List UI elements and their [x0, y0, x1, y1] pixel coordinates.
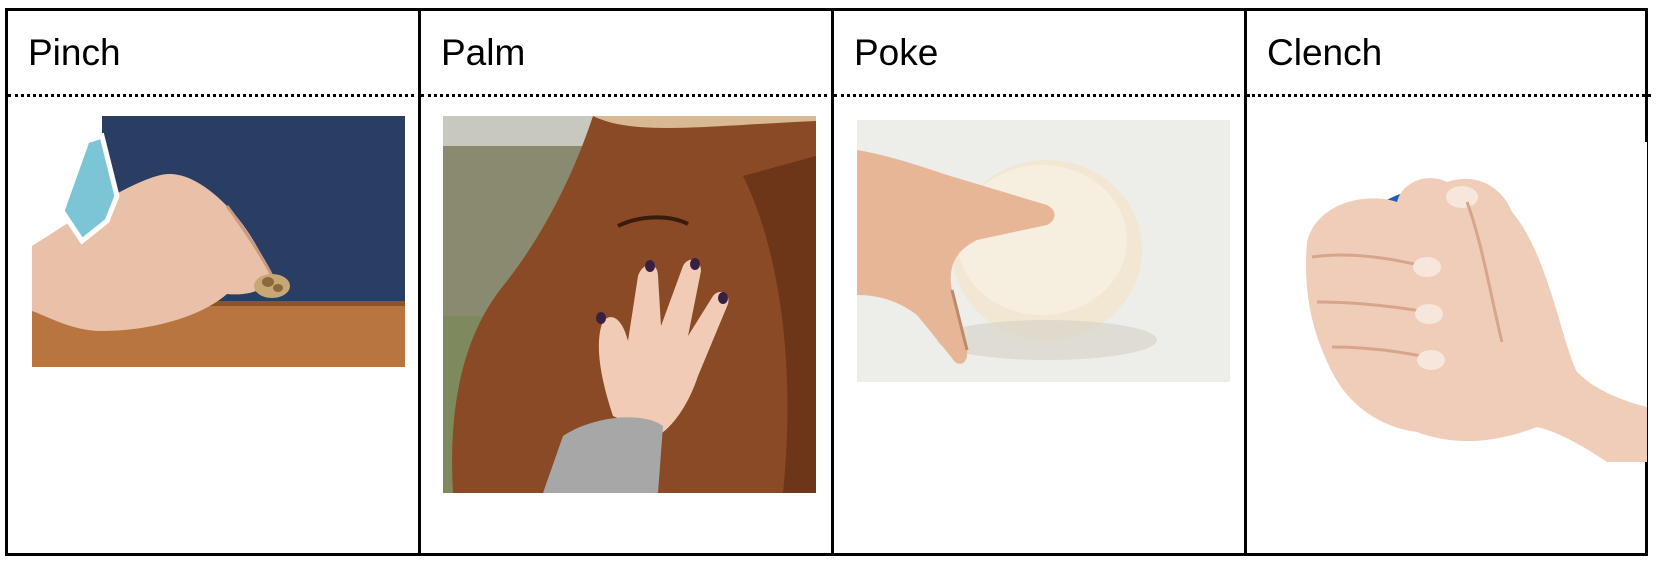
image-cell-palm: [421, 97, 834, 553]
image-cell-clench: [1247, 97, 1651, 553]
header-cell-clench: Clench: [1247, 11, 1651, 97]
image-cell-poke: [834, 97, 1247, 553]
palm-photo: [443, 116, 816, 493]
gesture-table: Pinch Palm Poke Clench: [5, 8, 1651, 556]
image-cell-pinch: [8, 97, 421, 553]
column-label-clench: Clench: [1267, 31, 1383, 73]
header-cell-poke: Poke: [834, 11, 1247, 97]
column-label-pinch: Pinch: [28, 31, 121, 73]
poke-photo: [857, 120, 1230, 382]
clench-photo: [1277, 142, 1647, 462]
header-cell-pinch: Pinch: [8, 11, 421, 97]
column-label-palm: Palm: [441, 31, 526, 73]
header-cell-palm: Palm: [421, 11, 834, 97]
pinch-photo: [32, 116, 405, 367]
column-label-poke: Poke: [854, 31, 939, 73]
